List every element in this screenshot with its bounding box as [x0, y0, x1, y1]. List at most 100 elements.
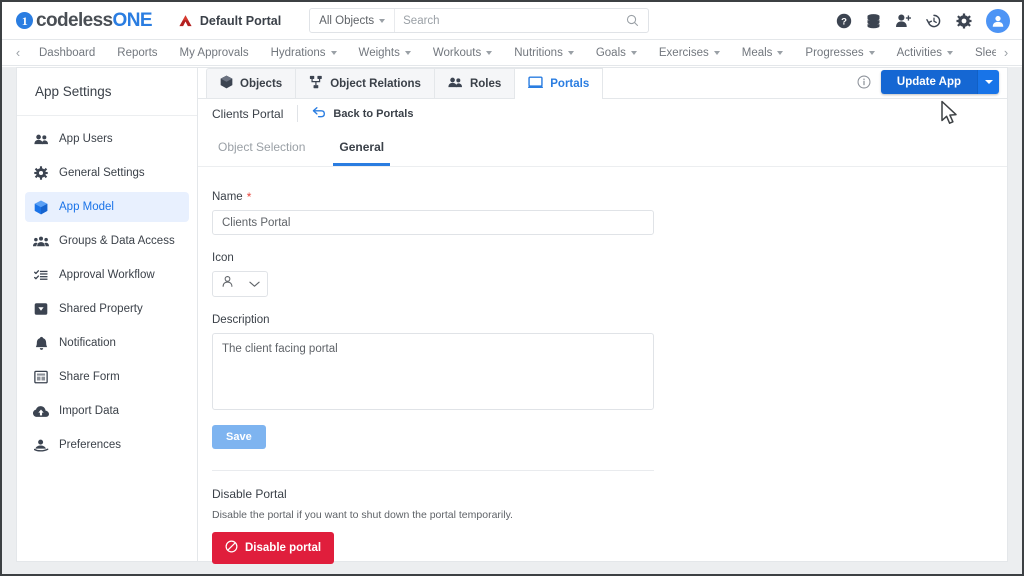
- nav-item-weights[interactable]: Weights: [348, 40, 422, 66]
- top-bar-icons: ?: [836, 9, 1010, 33]
- sidebar-item-label: App Model: [59, 201, 114, 213]
- tab-objects[interactable]: Objects: [206, 68, 295, 98]
- disable-portal-button[interactable]: Disable portal: [212, 532, 334, 564]
- sidebar-items: App Users: [17, 116, 197, 464]
- nav-item-nutritions[interactable]: Nutritions: [503, 40, 585, 66]
- app-window: 1 codelessONE Default Portal All Objects: [0, 0, 1024, 576]
- sidebar-title: App Settings: [17, 68, 197, 116]
- nav-item-goals[interactable]: Goals: [585, 40, 648, 66]
- description-textarea[interactable]: [212, 333, 654, 410]
- tabs-actions: Update App: [857, 70, 999, 98]
- sidebar-item-label: Shared Property: [59, 303, 143, 315]
- nav-label: Meals: [742, 40, 773, 66]
- nav-item-progresses[interactable]: Progresses: [794, 40, 885, 66]
- sidebar-item-label: General Settings: [59, 167, 145, 179]
- nav-item-meals[interactable]: Meals: [731, 40, 795, 66]
- chevron-down-icon: [486, 51, 492, 55]
- sidebar-item-label: Notification: [59, 337, 116, 349]
- settings-sidebar: App Settings App Users: [16, 67, 198, 562]
- nav-item-dashboard[interactable]: Dashboard: [28, 40, 106, 66]
- update-app-button[interactable]: Update App: [881, 70, 999, 94]
- icon-field-group: Icon: [212, 252, 1007, 297]
- tab-roles[interactable]: Roles: [434, 68, 514, 98]
- search-icon[interactable]: [626, 14, 648, 27]
- nav-label: Exercises: [659, 40, 709, 66]
- nav-scroll-right-icon[interactable]: ›: [996, 45, 1016, 60]
- save-button[interactable]: Save: [212, 425, 266, 449]
- breadcrumb-title: Clients Portal: [212, 107, 297, 121]
- nav-item-reports[interactable]: Reports: [106, 40, 168, 66]
- tab-label: Portals: [550, 78, 589, 90]
- sidebar-item-import-data[interactable]: Import Data: [25, 396, 189, 426]
- users-icon: [33, 133, 49, 146]
- nav-label: My Approvals: [180, 40, 249, 66]
- sidebar-item-shared-property[interactable]: Shared Property: [25, 294, 189, 324]
- search-bar: All Objects: [309, 8, 649, 33]
- sidebar-item-approval-workflow[interactable]: Approval Workflow: [25, 260, 189, 290]
- subtab-object-selection[interactable]: Object Selection: [212, 132, 311, 166]
- sidebar-item-share-form[interactable]: Share Form: [25, 362, 189, 392]
- portal-name-label: Default Portal: [200, 14, 281, 28]
- tab-portals[interactable]: Portals: [514, 68, 603, 99]
- cube-icon: [33, 200, 49, 215]
- nav-item-exercises[interactable]: Exercises: [648, 40, 731, 66]
- form-icon: [33, 370, 49, 384]
- nav-item-workouts[interactable]: Workouts: [422, 40, 503, 66]
- icon-select-dropdown[interactable]: [212, 271, 268, 297]
- nav-label: Progresses: [805, 40, 863, 66]
- add-user-icon[interactable]: [895, 13, 912, 29]
- avatar[interactable]: [986, 9, 1010, 33]
- model-tabs: Objects Object Relations: [198, 68, 1007, 99]
- nav-scroll-left-icon[interactable]: ‹: [8, 45, 28, 60]
- chevron-down-icon: [249, 275, 260, 293]
- group-users-icon: [33, 235, 49, 248]
- gear-icon[interactable]: [956, 13, 972, 29]
- name-input[interactable]: [212, 210, 654, 235]
- history-icon[interactable]: [926, 13, 942, 29]
- app-logo[interactable]: 1 codelessONE: [16, 10, 152, 32]
- tab-label: Roles: [470, 78, 501, 90]
- sidebar-item-notification[interactable]: Notification: [25, 328, 189, 358]
- block-icon: [225, 540, 238, 556]
- nav-item-activities[interactable]: Activities: [886, 40, 964, 66]
- search-input[interactable]: [395, 15, 626, 27]
- description-field-group: Description Save: [212, 314, 1007, 449]
- nav-item-my-approvals[interactable]: My Approvals: [169, 40, 260, 66]
- subtab-general[interactable]: General: [333, 132, 390, 166]
- nav-label: Hydrations: [271, 40, 326, 66]
- sidebar-item-groups-data-access[interactable]: Groups & Data Access: [25, 226, 189, 256]
- sidebar-item-label: Groups & Data Access: [59, 235, 175, 247]
- portal-selector[interactable]: Default Portal: [178, 14, 281, 28]
- main-navigation: ‹ Dashboard Reports My Approvals Hydrati…: [2, 40, 1022, 66]
- nav-label: Activities: [897, 40, 942, 66]
- help-icon[interactable]: ?: [836, 13, 852, 29]
- description-label: Description: [212, 314, 1007, 326]
- info-icon[interactable]: [857, 75, 871, 89]
- sidebar-item-label: Import Data: [59, 405, 119, 417]
- tab-object-relations[interactable]: Object Relations: [295, 68, 434, 98]
- nav-item-hydrations[interactable]: Hydrations: [260, 40, 348, 66]
- shared-property-icon: [33, 302, 49, 316]
- person-icon: [221, 275, 234, 293]
- portal-subtabs: Object Selection General: [198, 132, 1007, 167]
- search-scope-dropdown[interactable]: All Objects: [310, 9, 395, 32]
- update-app-dropdown[interactable]: [977, 70, 999, 94]
- chevron-down-icon: [777, 51, 783, 55]
- sidebar-item-label: Share Form: [59, 371, 120, 383]
- back-to-portals-link[interactable]: Back to Portals: [298, 106, 413, 121]
- chevron-down-icon: [405, 51, 411, 55]
- nav-item-sleeps[interactable]: Sleeps: [964, 40, 996, 66]
- preferences-icon: [33, 439, 49, 452]
- logo-mark-icon: 1: [16, 12, 33, 29]
- nav-label: Reports: [117, 40, 157, 66]
- sidebar-item-app-model[interactable]: App Model: [25, 192, 189, 222]
- sidebar-item-app-users[interactable]: App Users: [25, 124, 189, 154]
- sidebar-item-general-settings[interactable]: General Settings: [25, 158, 189, 188]
- database-icon[interactable]: [866, 13, 881, 29]
- chevron-down-icon: [331, 51, 337, 55]
- disable-portal-section: Disable Portal Disable the portal if you…: [212, 487, 1007, 564]
- top-bar: 1 codelessONE Default Portal All Objects: [2, 2, 1022, 40]
- update-app-label[interactable]: Update App: [881, 70, 977, 94]
- chevron-down-icon: [568, 51, 574, 55]
- sidebar-item-preferences[interactable]: Preferences: [25, 430, 189, 460]
